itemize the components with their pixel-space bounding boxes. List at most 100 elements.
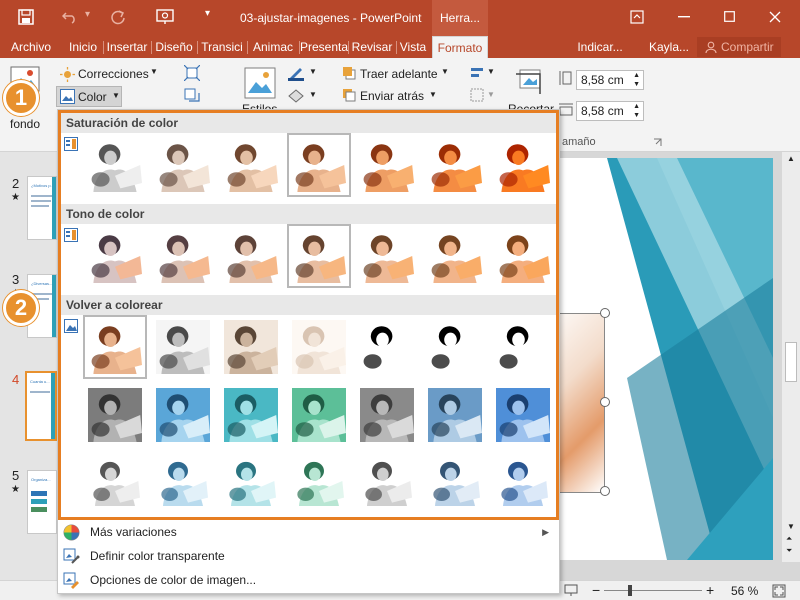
color-preset-option[interactable]: [355, 451, 419, 511]
color-preset-option[interactable]: [423, 224, 487, 288]
tell-me-search[interactable]: Indicar...: [570, 36, 630, 58]
resize-handle[interactable]: [600, 308, 610, 318]
more-variations-item[interactable]: Más variaciones ▶: [58, 520, 559, 544]
current-slide[interactable]: [547, 158, 773, 560]
height-field[interactable]: 8,58 cm ▲ ▼: [576, 70, 644, 90]
color-preset-option[interactable]: [151, 315, 215, 379]
corrections-button[interactable]: Correcciones: [78, 67, 149, 81]
scroll-down-icon[interactable]: ▼: [787, 522, 795, 531]
compress-pictures-icon[interactable]: [184, 65, 200, 81]
tab-inicio[interactable]: Inicio: [64, 36, 102, 58]
color-preset-option[interactable]: [287, 133, 351, 197]
align-icon[interactable]: [470, 66, 484, 80]
set-transparent-color-item[interactable]: Definir color transparente: [58, 544, 559, 568]
fit-to-window-icon[interactable]: [772, 584, 786, 598]
slide-thumbnail[interactable]: ¿Motivos p...: [27, 176, 57, 240]
group-dropdown[interactable]: ▼: [487, 90, 495, 99]
color-preset-option[interactable]: [423, 383, 487, 447]
align-dropdown[interactable]: ▼: [487, 67, 495, 76]
color-preset-option[interactable]: [287, 315, 351, 379]
resize-handle[interactable]: [600, 397, 610, 407]
crop-icon[interactable]: [514, 68, 546, 96]
undo-dropdown-icon[interactable]: ▾: [85, 9, 90, 20]
tab-diseno[interactable]: Diseño: [153, 36, 195, 58]
color-preset-option[interactable]: [287, 224, 351, 288]
corrections-dropdown-icon[interactable]: ▼: [150, 67, 158, 76]
next-slide-icon[interactable]: ⏷: [786, 546, 792, 556]
color-preset-option[interactable]: [219, 315, 283, 379]
color-preset-option[interactable]: [491, 224, 555, 288]
color-preset-option[interactable]: [151, 451, 215, 511]
color-preset-option[interactable]: [423, 315, 487, 379]
tab-archivo[interactable]: Archivo: [5, 36, 57, 58]
zoom-in-icon[interactable]: +: [706, 582, 714, 598]
zoom-level[interactable]: 56 %: [731, 584, 758, 598]
color-preset-option[interactable]: [83, 315, 147, 379]
width-spinner-icon[interactable]: ▲ ▼: [633, 102, 640, 120]
picture-styles-icon[interactable]: [244, 67, 276, 101]
color-preset-option[interactable]: [83, 383, 147, 447]
user-name[interactable]: Kayla...: [648, 36, 690, 58]
color-preset-option[interactable]: [219, 224, 283, 288]
picture-effects-icon[interactable]: [287, 88, 305, 104]
bring-forward-button[interactable]: Traer adelante: [360, 67, 438, 81]
tab-presentacion[interactable]: Presenta: [300, 36, 348, 58]
scroll-up-icon[interactable]: ▲: [787, 154, 795, 163]
change-picture-icon[interactable]: [184, 88, 200, 104]
color-preset-option[interactable]: [355, 224, 419, 288]
height-spinner-icon[interactable]: ▲ ▼: [633, 71, 640, 89]
color-preset-option[interactable]: [423, 451, 487, 511]
prev-slide-icon[interactable]: ⏶: [786, 534, 792, 544]
zoom-slider-thumb[interactable]: [628, 585, 632, 596]
resize-handle[interactable]: [600, 486, 610, 496]
vertical-scrollbar[interactable]: ▲ ▼ ⏶ ⏷: [782, 152, 800, 562]
color-preset-option[interactable]: [83, 451, 147, 511]
send-backward-dropdown[interactable]: ▼: [429, 90, 437, 99]
group-icon[interactable]: [470, 88, 484, 102]
send-backward-button[interactable]: Enviar atrás: [360, 89, 424, 103]
color-preset-option[interactable]: [219, 451, 283, 511]
close-icon[interactable]: [769, 11, 781, 23]
picture-border-dropdown[interactable]: ▼: [309, 67, 317, 76]
tab-revisar[interactable]: Revisar: [350, 36, 394, 58]
width-field[interactable]: 8,58 cm ▲ ▼: [576, 101, 644, 121]
color-preset-option[interactable]: [287, 451, 351, 511]
color-preset-option[interactable]: [83, 224, 147, 288]
bring-forward-dropdown[interactable]: ▼: [441, 67, 449, 76]
color-preset-option[interactable]: [151, 383, 215, 447]
maximize-icon[interactable]: [724, 11, 735, 22]
customize-qat-icon[interactable]: ▾: [205, 8, 210, 19]
ribbon-display-icon[interactable]: [630, 10, 644, 24]
color-preset-option[interactable]: [355, 133, 419, 197]
tab-animaciones[interactable]: Animac: [249, 36, 297, 58]
size-dialog-launcher-icon[interactable]: [653, 138, 662, 147]
picture-color-options-item[interactable]: Opciones de color de imagen...: [58, 568, 559, 592]
color-preset-option[interactable]: [83, 133, 147, 197]
color-preset-option[interactable]: [491, 315, 555, 379]
tab-transiciones[interactable]: Transici: [199, 36, 245, 58]
zoom-slider[interactable]: [604, 590, 702, 591]
remove-background-label[interactable]: fondo: [10, 117, 40, 131]
undo-icon[interactable]: [62, 10, 78, 24]
picture-effects-dropdown[interactable]: ▼: [309, 90, 317, 99]
tab-insertar[interactable]: Insertar: [105, 36, 149, 58]
save-icon[interactable]: [18, 9, 34, 25]
present-icon[interactable]: [156, 9, 174, 25]
color-preset-option[interactable]: [491, 133, 555, 197]
color-preset-option[interactable]: [287, 383, 351, 447]
color-preset-option[interactable]: [491, 451, 555, 511]
color-preset-option[interactable]: [355, 383, 419, 447]
slide-thumbnail-selected[interactable]: Cuanta u...: [25, 371, 57, 441]
redo-icon[interactable]: [110, 9, 126, 25]
slide-thumbnail[interactable]: Organiza...: [27, 470, 57, 534]
color-preset-option[interactable]: [355, 315, 419, 379]
tab-formato[interactable]: Formato: [432, 36, 488, 58]
picture-border-icon[interactable]: [287, 65, 305, 81]
color-preset-option[interactable]: [219, 383, 283, 447]
scroll-thumb[interactable]: [785, 342, 797, 382]
presentation-view-icon[interactable]: [564, 584, 578, 597]
color-preset-option[interactable]: [151, 133, 215, 197]
color-preset-option[interactable]: [491, 383, 555, 447]
color-preset-option[interactable]: [423, 133, 487, 197]
tab-vista[interactable]: Vista: [397, 36, 429, 58]
